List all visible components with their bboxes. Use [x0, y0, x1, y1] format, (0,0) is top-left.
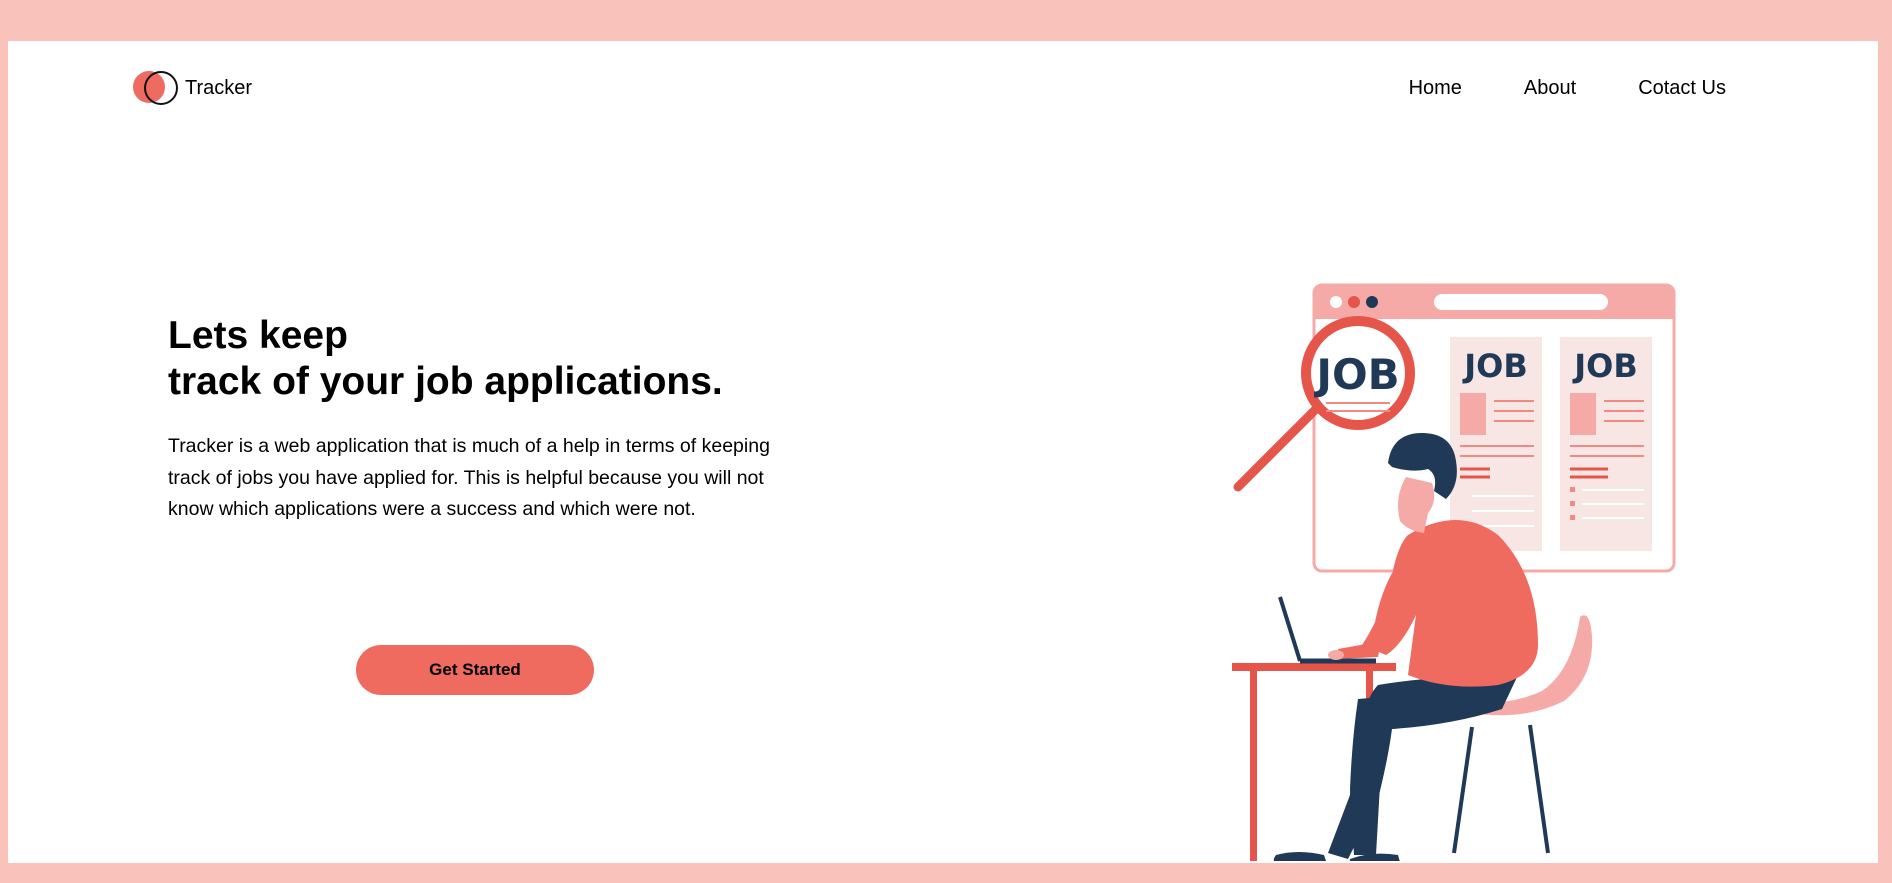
job-card-1: JOB — [1450, 337, 1542, 551]
job-card-2: JOB — [1560, 337, 1652, 551]
get-started-button[interactable]: Get Started — [356, 645, 594, 695]
hero-title: Lets keep track of your job applications… — [168, 313, 723, 405]
nav-contact-link[interactable]: Cotact Us — [1638, 77, 1726, 100]
nav-about-link[interactable]: About — [1524, 77, 1576, 100]
nav-home-link[interactable]: Home — [1409, 77, 1462, 100]
job-card-2-label: JOB — [1572, 347, 1638, 385]
logo-circles-icon — [133, 71, 179, 105]
page-container: Tracker Home About Cotact Us Lets keep t… — [8, 41, 1878, 863]
brand-name: Tracker — [185, 76, 253, 99]
magnifier-label: JOB — [1313, 350, 1399, 399]
hero-description: Tracker is a web application that is muc… — [168, 435, 770, 520]
hero-title-line-1: Lets keep — [168, 314, 348, 357]
job-card-1-label: JOB — [1462, 347, 1528, 385]
hero-title-line-2: track of your job applications. — [168, 360, 723, 403]
brand-logo[interactable]: Tracker — [133, 71, 252, 105]
job-search-illustration: JOB JOB JOB — [1232, 283, 1676, 861]
top-navigation: Home About Cotact Us — [1409, 77, 1726, 100]
